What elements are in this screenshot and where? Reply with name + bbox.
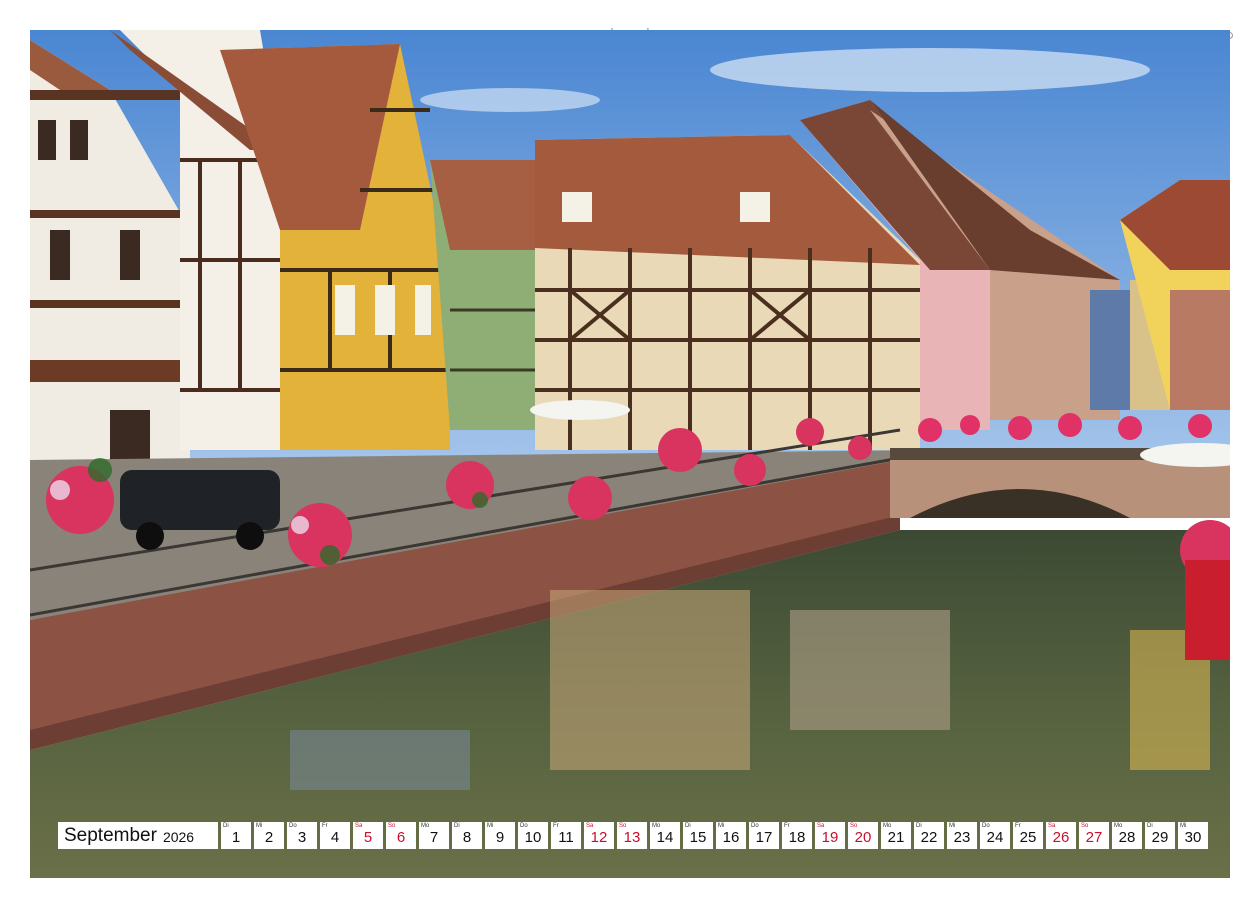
day-number: 3 [297, 829, 307, 846]
day-number: 13 [623, 829, 641, 846]
day-cell: Do 3 [287, 822, 317, 849]
day-number: 2 [264, 829, 274, 846]
day-cell: Fr 25 [1013, 822, 1043, 849]
canal-scene-image [30, 30, 1230, 878]
day-cell: Di 8 [452, 822, 482, 849]
day-number: 6 [396, 829, 406, 846]
calendar-date-strip: September 2026 Di 1 Mi 2 Do 3 Fr 4 Sa 5 So 6 Mo 7 Di 8 M… [58, 822, 1208, 849]
day-cell: Mi 23 [947, 822, 977, 849]
day-number: 29 [1151, 829, 1169, 846]
day-number: 28 [1118, 829, 1136, 846]
day-cell: Fr 11 [551, 822, 581, 849]
day-number: 1 [231, 829, 241, 846]
day-number: 23 [953, 829, 971, 846]
day-cell: Mi 9 [485, 822, 515, 849]
day-number: 30 [1184, 829, 1202, 846]
day-number: 26 [1052, 829, 1070, 846]
day-cell: Di 15 [683, 822, 713, 849]
day-number: 5 [363, 829, 373, 846]
day-cell: Fr 18 [782, 822, 812, 849]
day-cell: Mo 14 [650, 822, 680, 849]
day-cell: Di 22 [914, 822, 944, 849]
day-cells: Di 1 Mi 2 Do 3 Fr 4 Sa 5 So 6 Mo 7 Di 8 Mi 9 Do 10 Fr 11 Sa 12 S… [218, 822, 1208, 849]
day-cell: Sa 19 [815, 822, 845, 849]
day-number: 16 [722, 829, 740, 846]
day-number: 24 [986, 829, 1004, 846]
day-cell: So 6 [386, 822, 416, 849]
calendar-photo [30, 30, 1230, 878]
day-cell: Fr 4 [320, 822, 350, 849]
day-cell: Di 29 [1145, 822, 1175, 849]
day-number: 11 [558, 829, 574, 846]
day-number: 27 [1085, 829, 1103, 846]
day-number: 25 [1019, 829, 1037, 846]
day-cell: Mo 21 [881, 822, 911, 849]
day-number: 10 [524, 829, 542, 846]
day-number: 8 [462, 829, 472, 846]
month-name: September [64, 824, 157, 846]
day-cell: Do 10 [518, 822, 548, 849]
day-number: 12 [590, 829, 608, 846]
day-cell: Mi 2 [254, 822, 284, 849]
month-year: 2026 [162, 829, 195, 845]
day-cell: Mi 30 [1178, 822, 1208, 849]
day-number: 14 [656, 829, 674, 846]
day-number: 22 [920, 829, 938, 846]
day-cell: Do 24 [980, 822, 1010, 849]
day-cell: Mo 7 [419, 822, 449, 849]
day-number: 7 [429, 829, 439, 846]
day-number: 17 [755, 829, 773, 846]
day-cell: Sa 26 [1046, 822, 1076, 849]
day-cell: Do 17 [749, 822, 779, 849]
day-number: 15 [689, 829, 707, 846]
day-number: 4 [330, 829, 340, 846]
day-cell: So 27 [1079, 822, 1109, 849]
day-number: 9 [495, 829, 505, 846]
day-cell: Mi 16 [716, 822, 746, 849]
day-cell: Di 1 [221, 822, 251, 849]
day-number: 21 [887, 829, 905, 846]
day-number: 20 [854, 829, 872, 846]
day-number: 18 [788, 829, 806, 846]
day-number: 19 [821, 829, 839, 846]
day-cell: So 13 [617, 822, 647, 849]
day-cell: Mo 28 [1112, 822, 1142, 849]
day-cell: So 20 [848, 822, 878, 849]
day-cell: Sa 12 [584, 822, 614, 849]
day-cell: Sa 5 [353, 822, 383, 849]
month-label: September 2026 [58, 822, 218, 849]
